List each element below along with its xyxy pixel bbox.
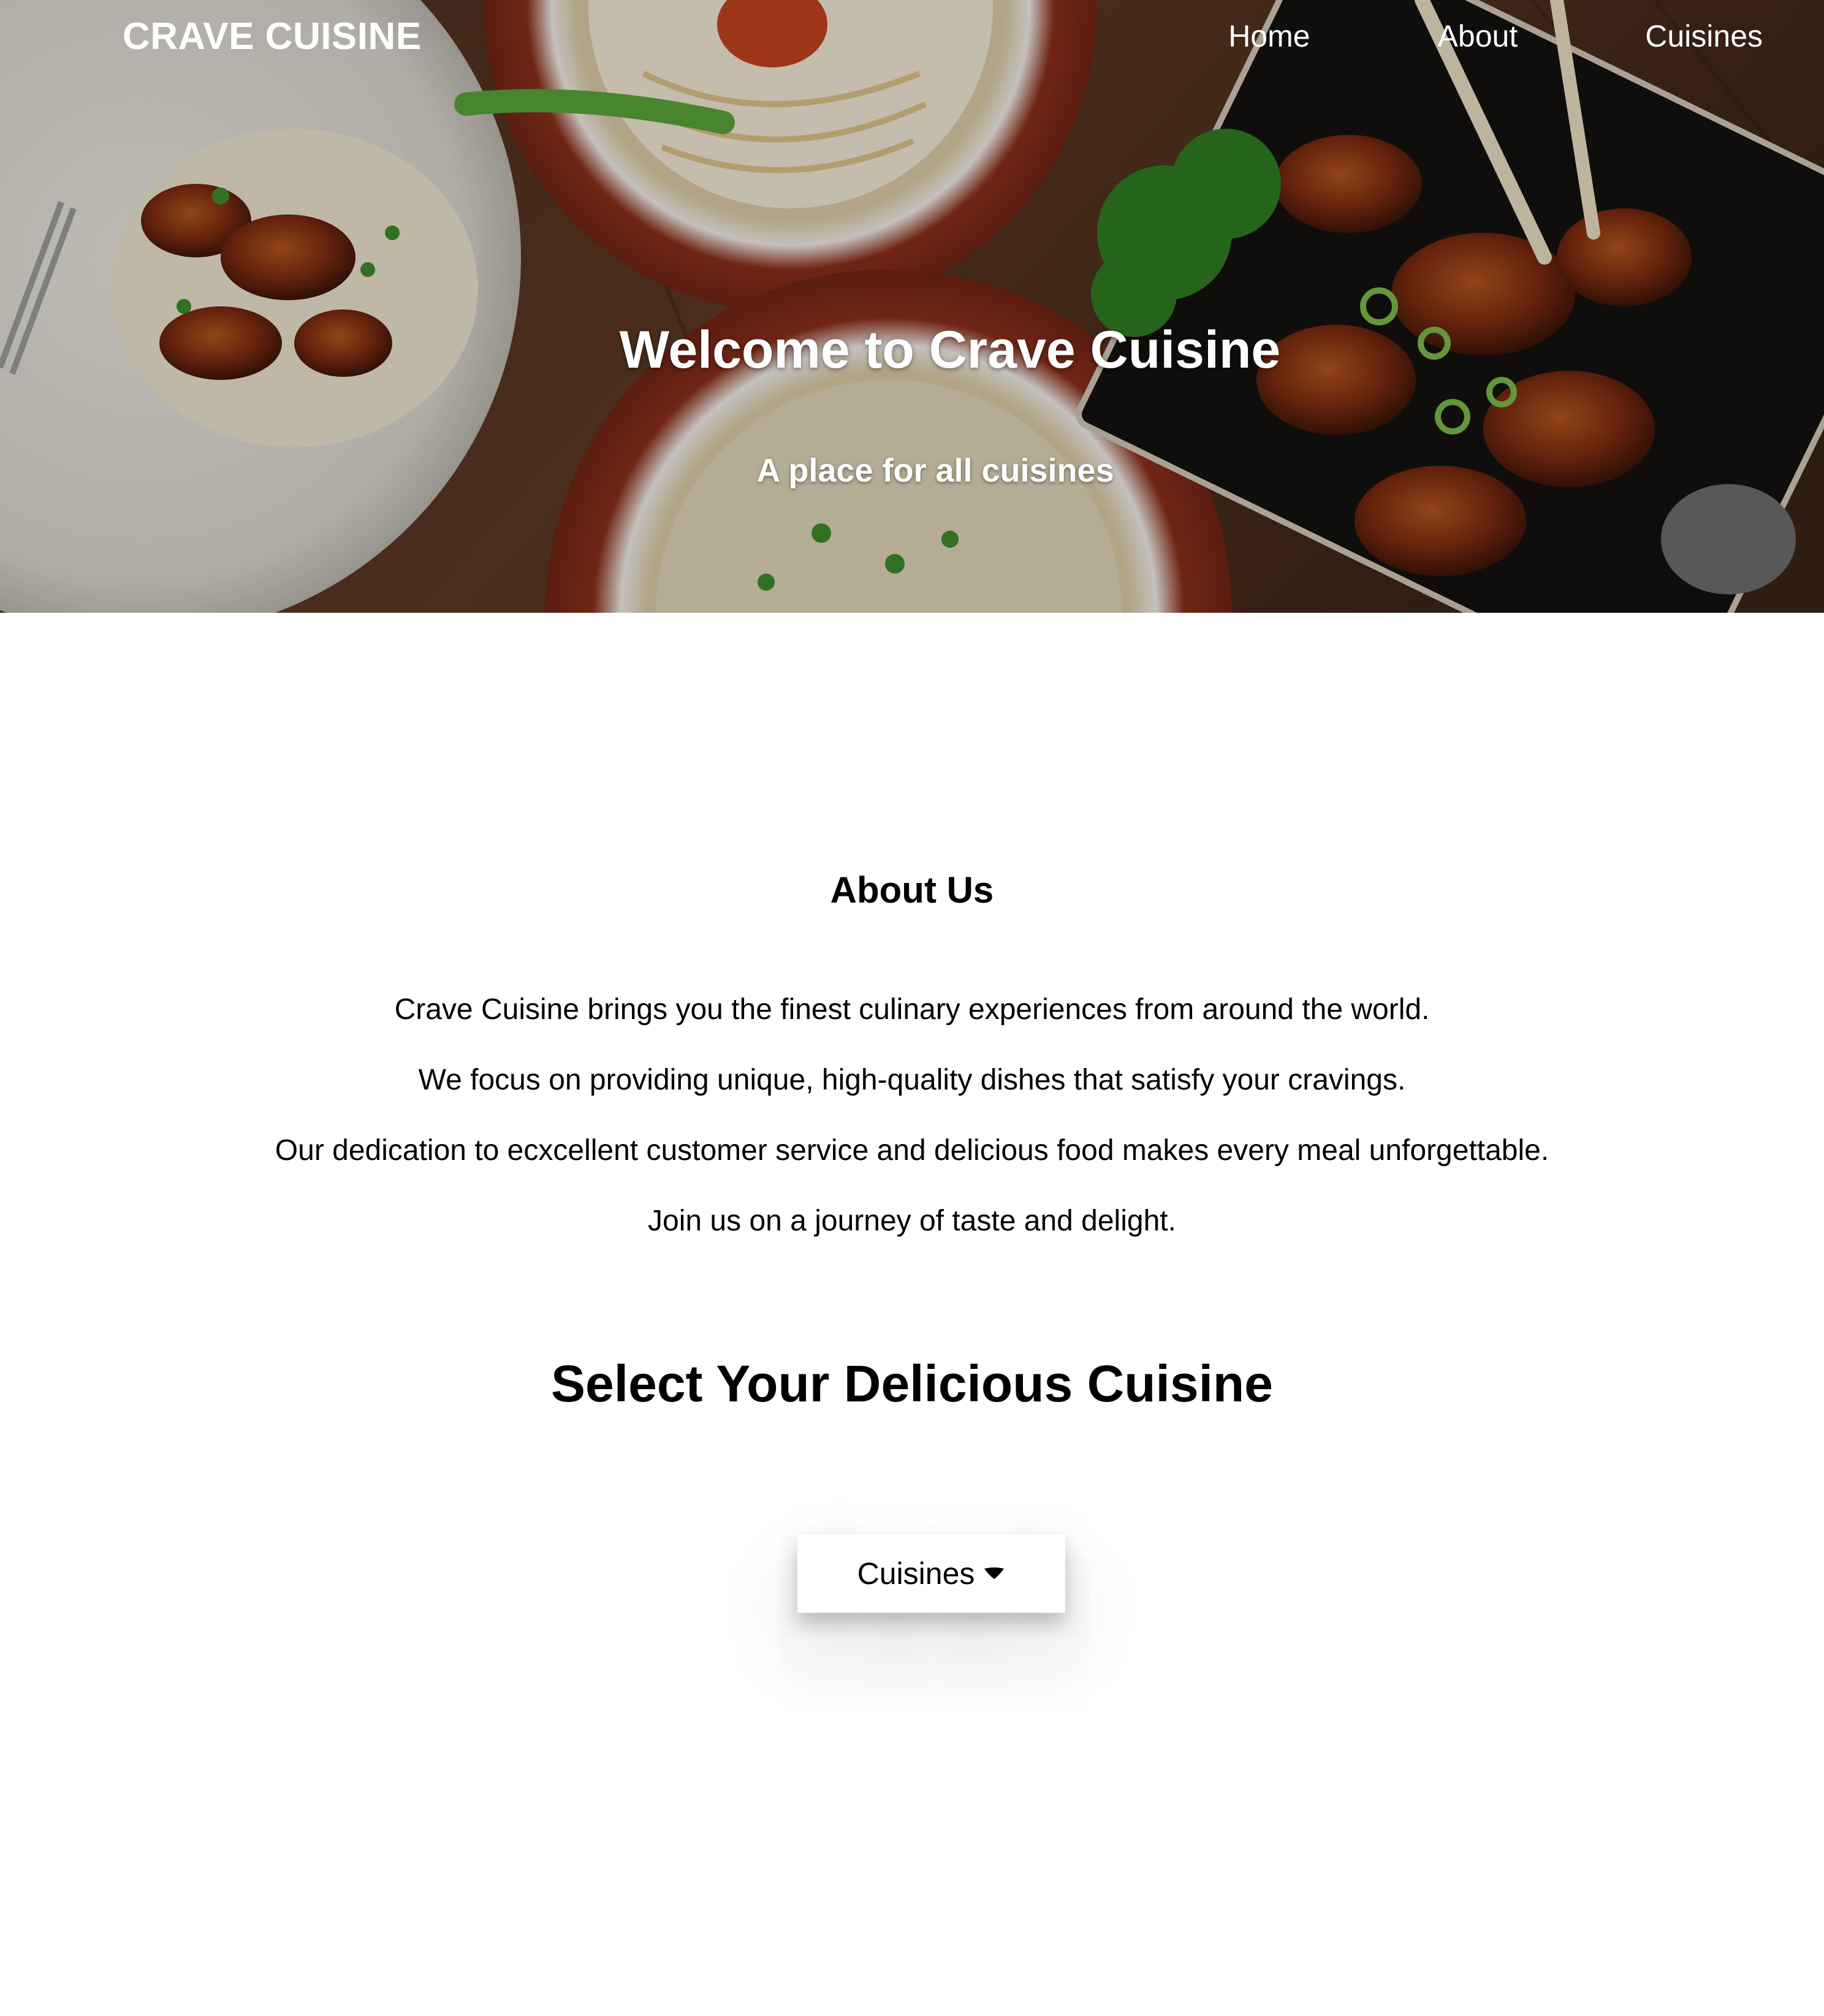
nav-link-home[interactable]: Home: [1228, 18, 1310, 54]
hero-subtitle: A place for all cuisines: [756, 452, 1114, 489]
cuisines-dropdown-button[interactable]: Cuisines: [797, 1534, 1065, 1613]
about-paragraph: Join us on a journey of taste and deligh…: [648, 1205, 1176, 1237]
about-paragraph: We focus on providing unique, high-quali…: [418, 1064, 1406, 1096]
about-text: Crave Cuisine brings you the finest culi…: [0, 993, 1824, 1275]
nav-link-cuisines[interactable]: Cuisines: [1645, 18, 1763, 54]
hero-title: Welcome to Crave Cuisine: [619, 320, 1281, 379]
cuisine-section-title: Select Your Delicious Cuisine: [551, 1355, 1273, 1412]
cuisines-dropdown-label: Cuisines: [857, 1556, 975, 1591]
about-paragraph: Crave Cuisine brings you the finest culi…: [394, 993, 1430, 1026]
hero-banner: CRAVE CUISINE Home About Cuisines Welcom…: [0, 0, 1824, 613]
brand-logo[interactable]: CRAVE CUISINE: [123, 15, 422, 58]
about-paragraph: Our dedication to ecxcellent customer se…: [275, 1134, 1549, 1167]
main-nav: Home About Cuisines: [1228, 18, 1763, 54]
about-title: About Us: [830, 870, 994, 911]
page: CRAVE CUISINE Home About Cuisines Welcom…: [0, 0, 1824, 2016]
caret-down-icon: [984, 1567, 1005, 1579]
hero-overlay: [0, 0, 1824, 613]
nav-link-about[interactable]: About: [1438, 18, 1518, 54]
